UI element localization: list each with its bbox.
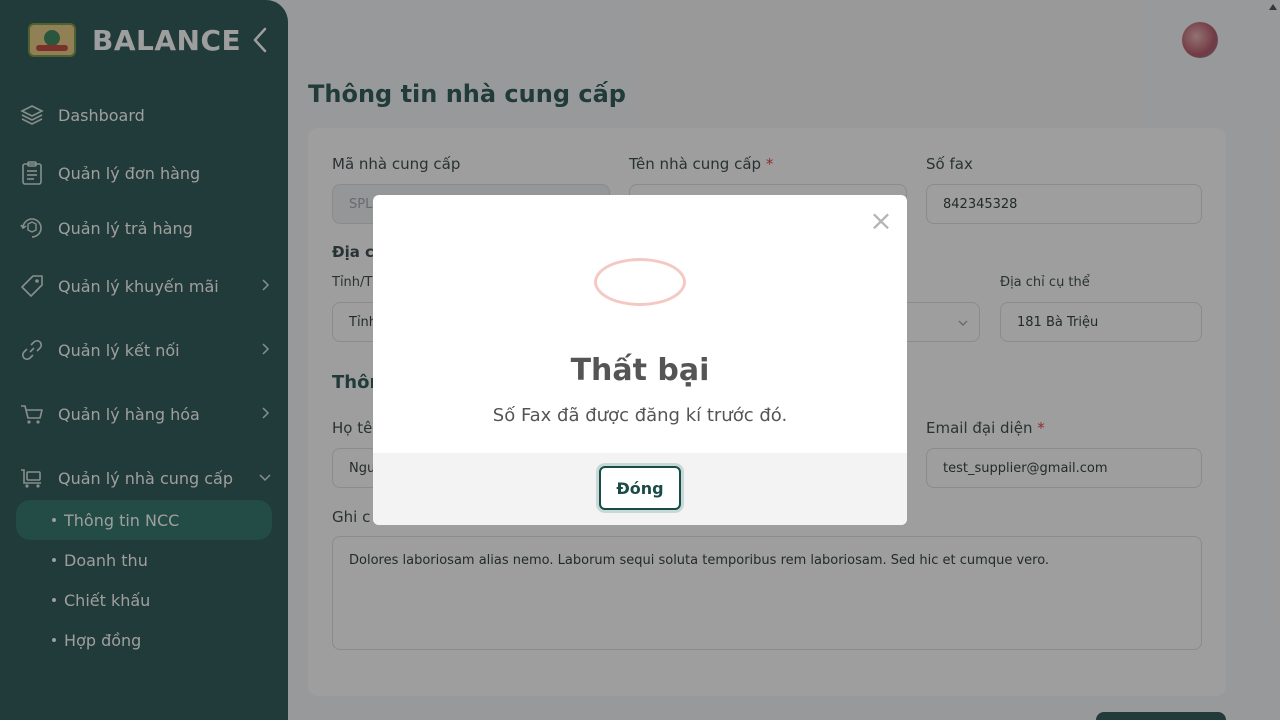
error-icon — [594, 258, 686, 306]
close-button[interactable]: Đóng — [599, 466, 681, 510]
dialog-title: Thất bại — [570, 353, 710, 388]
dialog-footer: Đóng — [373, 453, 907, 525]
close-icon[interactable]: × — [869, 207, 893, 235]
dialog-message: Số Fax đã được đăng kí trước đó. — [492, 405, 788, 426]
error-dialog: × Thất bại Số Fax đã được đăng kí trước … — [373, 195, 907, 525]
